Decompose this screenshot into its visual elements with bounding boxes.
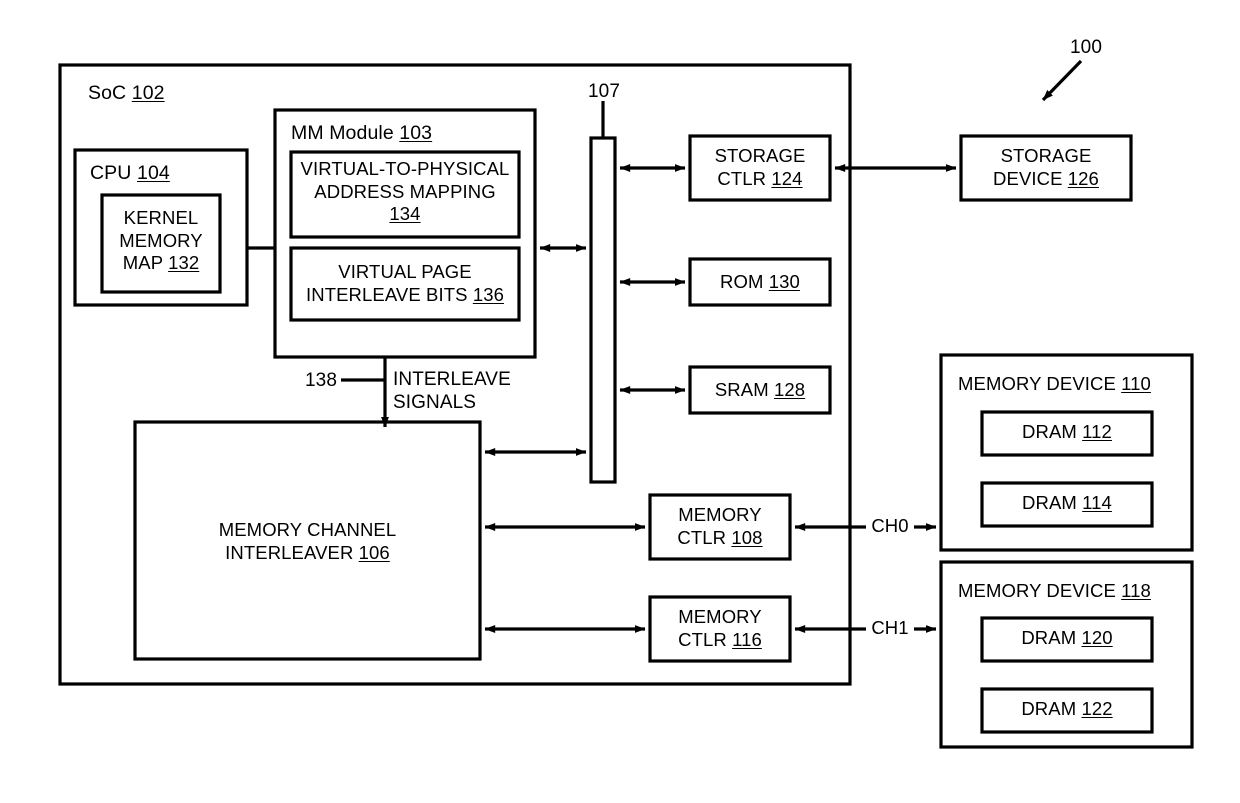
ref-100-arrow xyxy=(1041,59,1083,102)
rom-label: ROM 130 xyxy=(720,271,800,292)
dram-114-label: DRAM 114 xyxy=(1022,492,1112,513)
soc-label: SoC 102 xyxy=(88,82,165,104)
interleave-signals-label: INTERLEAVE SIGNALS xyxy=(393,369,511,414)
memory-ctlr-108-label: MEMORY CTLR 108 xyxy=(677,504,763,548)
memory-channel-interleaver-label: MEMORY CHANNEL INTERLEAVER 106 xyxy=(218,519,397,563)
virtual-to-physical-label: VIRTUAL-TO-PHYSICAL ADDRESS MAPPING 134 xyxy=(300,158,510,225)
patent-figure: SoC 102 CPU 104 KERNEL MEMORY MAP 132 MM… xyxy=(0,0,1240,803)
storage-ctlr-label: STORAGE CTLR 124 xyxy=(714,145,806,189)
sram-label: SRAM 128 xyxy=(714,379,806,400)
cpu-label: CPU 104 xyxy=(90,162,170,184)
ch0-label: CH0 xyxy=(871,515,909,536)
dram-112-label: DRAM 112 xyxy=(1022,421,1112,442)
diagram-canvas xyxy=(58,59,1194,749)
mm-module-label: MM Module 103 xyxy=(291,122,433,144)
dram-122-label: DRAM 122 xyxy=(1021,698,1113,719)
storage-device-label: STORAGE DEVICE 126 xyxy=(993,145,1099,189)
virtual-page-interleave-bits-label: VIRTUAL PAGE INTERLEAVE BITS 136 xyxy=(306,261,504,305)
memory-device-118-label: MEMORY DEVICE 118 xyxy=(958,580,1151,601)
bus-numeral-label: 107 xyxy=(587,81,620,102)
kernel-memory-map-label: KERNEL MEMORY MAP 132 xyxy=(119,207,203,274)
memory-ctlr-116-label: MEMORY CTLR 116 xyxy=(678,606,762,650)
figure-reference-numeral: 100 xyxy=(1069,37,1102,58)
memory-device-110-label: MEMORY DEVICE 110 xyxy=(958,373,1151,394)
ch1-label: CH1 xyxy=(871,617,909,638)
interleave-signals-numeral: 138 xyxy=(304,370,337,391)
dram-120-label: DRAM 120 xyxy=(1021,627,1113,648)
bus-107 xyxy=(589,136,617,484)
